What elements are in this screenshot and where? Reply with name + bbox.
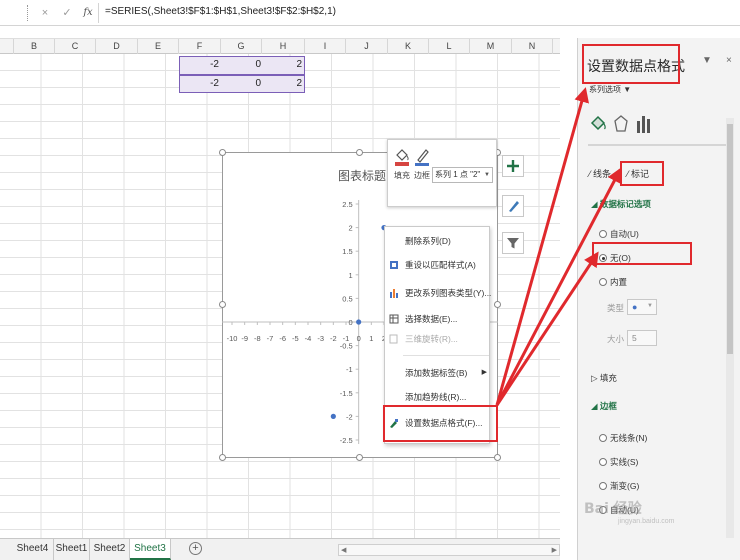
annotation-arrow [495, 87, 589, 406]
annotation-arrow [495, 167, 622, 406]
annotation-arrow [495, 251, 599, 406]
annotation-arrows [495, 87, 622, 406]
